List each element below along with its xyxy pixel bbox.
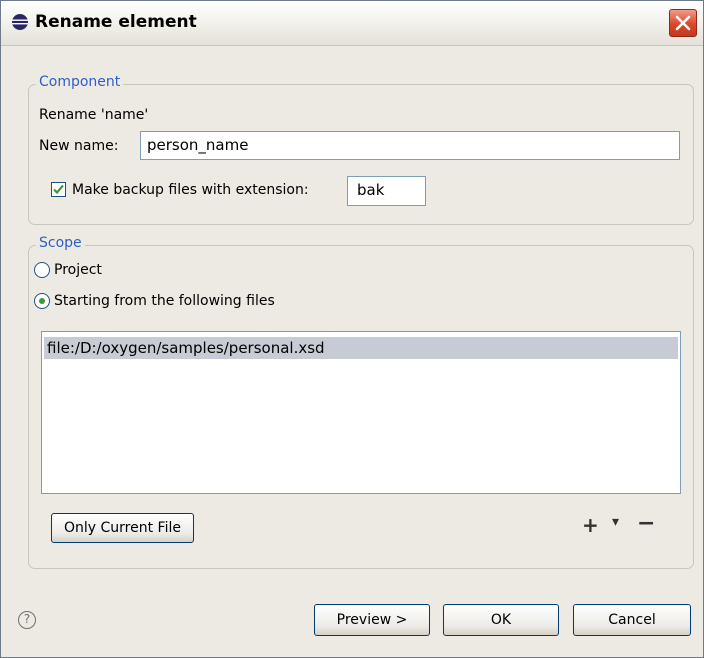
- only-current-file-button[interactable]: Only Current File: [51, 513, 194, 543]
- dropdown-icon[interactable]: ▾: [612, 514, 619, 530]
- remove-icon[interactable]: −: [637, 511, 655, 536]
- cancel-button[interactable]: Cancel: [573, 604, 691, 636]
- ok-button[interactable]: OK: [443, 604, 559, 636]
- checkmark-icon: [53, 184, 64, 195]
- file-list-item[interactable]: file:/D:/oxygen/samples/personal.xsd: [44, 337, 678, 359]
- radio-selected-dot: [39, 298, 45, 304]
- dialog-title: Rename element: [35, 12, 197, 32]
- rename-text: Rename 'name': [39, 107, 149, 123]
- close-icon: [675, 15, 691, 31]
- project-radio-label: Project: [54, 262, 102, 278]
- new-name-input[interactable]: person_name: [140, 131, 680, 160]
- close-button[interactable]: [669, 9, 697, 37]
- help-icon[interactable]: ?: [18, 611, 36, 629]
- files-radio-label: Starting from the following files: [54, 293, 275, 309]
- backup-extension-input[interactable]: bak: [347, 176, 426, 206]
- add-icon[interactable]: +: [582, 513, 599, 537]
- title-bar[interactable]: Rename element: [1, 1, 703, 46]
- eclipse-icon: [12, 14, 28, 30]
- files-radio[interactable]: [34, 293, 50, 309]
- preview-button[interactable]: Preview >: [314, 604, 430, 636]
- backup-label: Make backup files with extension:: [72, 182, 309, 198]
- new-name-label: New name:: [39, 138, 119, 154]
- project-radio[interactable]: [34, 262, 50, 278]
- scope-legend: Scope: [36, 235, 85, 251]
- backup-checkbox[interactable]: [51, 182, 66, 197]
- component-legend: Component: [36, 74, 124, 90]
- file-list[interactable]: file:/D:/oxygen/samples/personal.xsd: [41, 331, 681, 494]
- rename-dialog: Rename element Component Rename 'name' N…: [0, 0, 704, 658]
